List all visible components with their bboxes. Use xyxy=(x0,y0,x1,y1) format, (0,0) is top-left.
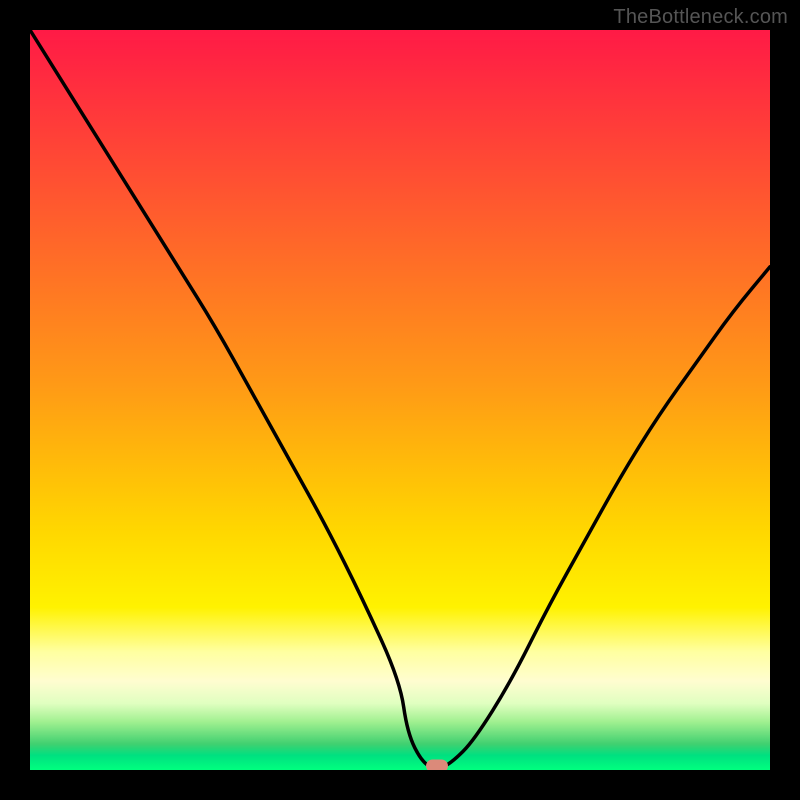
bottleneck-curve-line xyxy=(30,30,770,768)
watermark-text: TheBottleneck.com xyxy=(613,6,788,29)
chart-frame: TheBottleneck.com xyxy=(0,0,800,800)
optimal-point-marker xyxy=(426,760,448,771)
chart-plot-area xyxy=(30,30,770,770)
chart-curve-svg xyxy=(30,30,770,770)
